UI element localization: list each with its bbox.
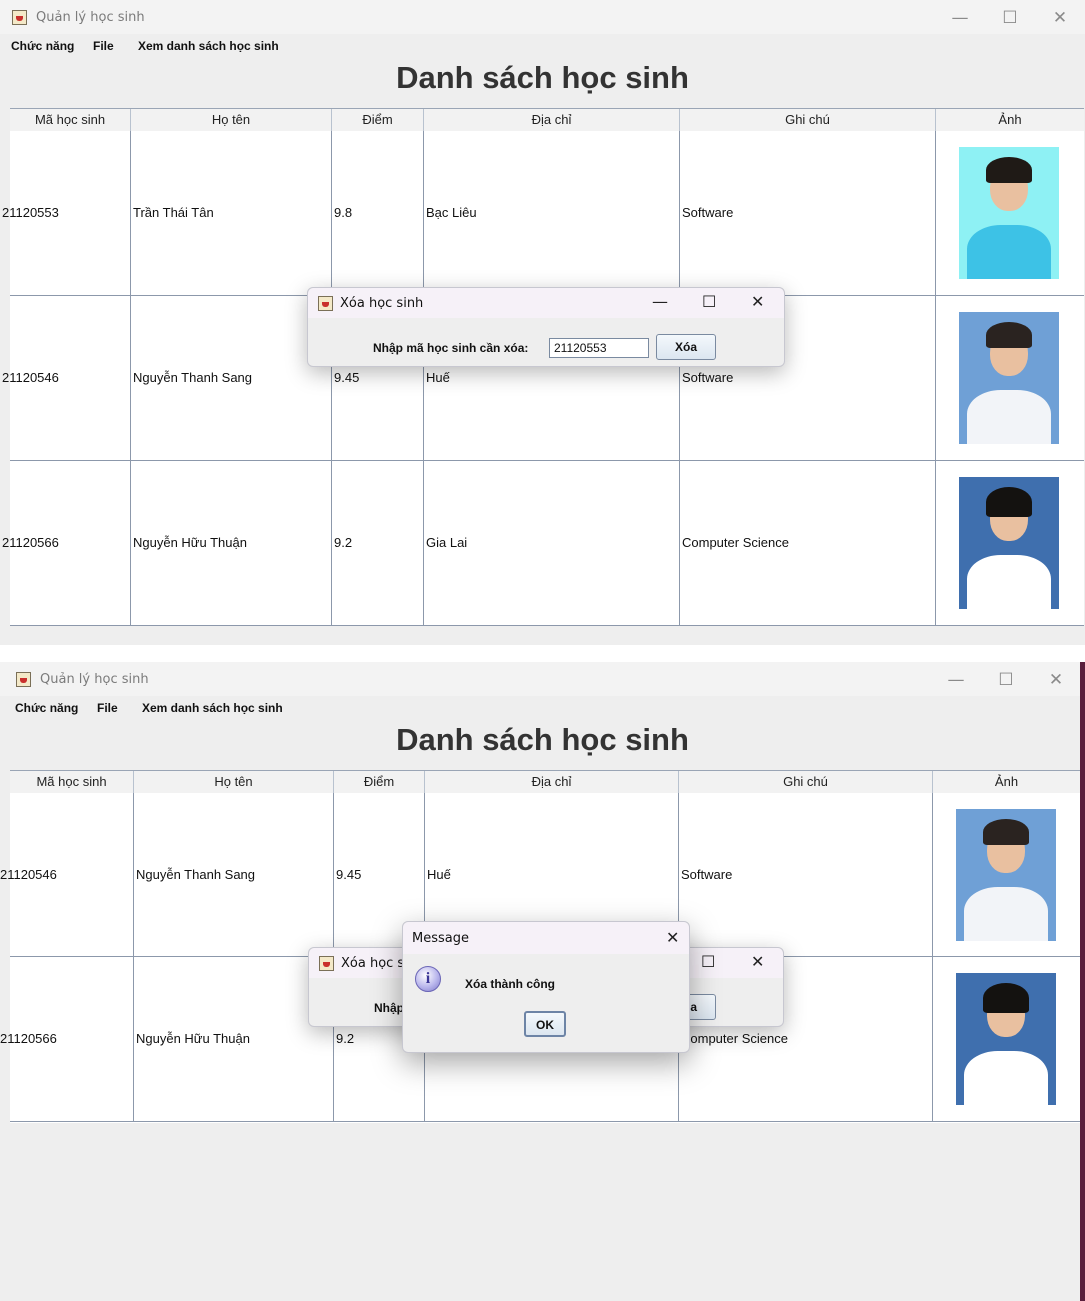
cell-score: 9.2 xyxy=(332,461,424,625)
java-app-icon xyxy=(12,10,27,25)
java-app-icon xyxy=(16,672,31,687)
cell-name: Nguyễn Thanh Sang xyxy=(131,296,332,460)
student-photo xyxy=(956,973,1056,1105)
cell-name: Nguyễn Hữu Thuận xyxy=(131,461,332,625)
java-app-icon xyxy=(319,956,334,971)
cell-name: Nguyễn Thanh Sang xyxy=(134,793,334,957)
dialog-maximize-button[interactable]: ☐ xyxy=(702,292,716,311)
menu-xem-danh-sach[interactable]: Xem danh sách học sinh xyxy=(142,701,283,715)
student-photo xyxy=(959,477,1059,609)
column-header-score[interactable]: Điểm xyxy=(332,109,424,131)
menu-bar: Chức năng File Xem danh sách học sinh xyxy=(0,697,1085,720)
java-app-icon xyxy=(318,296,333,311)
menu-chuc-nang[interactable]: Chức năng xyxy=(11,39,74,53)
message-title-bar: Message ✕ xyxy=(403,922,689,954)
cell-id: 21120546 xyxy=(2,296,131,460)
table-body: 21120553 Trần Thái Tân 9.8 Bạc Liêu Soft… xyxy=(2,131,1084,626)
column-header-name[interactable]: Họ tên xyxy=(131,109,332,131)
cell-note: Software xyxy=(680,131,936,295)
title-bar: Quản lý học sinh — ☐ ✕ xyxy=(0,0,1085,34)
column-header-photo[interactable]: Ảnh xyxy=(936,109,1084,131)
dialog-minimize-button[interactable]: — xyxy=(652,292,668,311)
dialog-close-button[interactable]: ✕ xyxy=(751,952,764,971)
main-window: Quản lý học sinh — ☐ ✕ Chức năng File Xe… xyxy=(0,662,1085,1301)
dialog-maximize-button[interactable]: ☐ xyxy=(701,952,715,971)
menu-file[interactable]: File xyxy=(97,701,118,715)
column-header-address[interactable]: Địa chỉ xyxy=(424,109,680,131)
student-photo xyxy=(959,312,1059,444)
cell-name: Nguyễn Hữu Thuận xyxy=(134,957,334,1121)
table-header: Mã học sinh Họ tên Điểm Địa chỉ Ghi chú … xyxy=(10,108,1084,132)
cell-address: Gia Lai xyxy=(424,461,680,625)
cell-id: 21120566 xyxy=(0,957,134,1121)
column-header-photo[interactable]: Ảnh xyxy=(933,771,1080,793)
column-header-note[interactable]: Ghi chú xyxy=(680,109,936,131)
window-title: Quản lý học sinh xyxy=(36,10,145,25)
dialog-close-button[interactable]: ✕ xyxy=(751,292,764,311)
cell-id: 21120553 xyxy=(2,131,131,295)
message-title: Message xyxy=(412,931,469,946)
column-header-id[interactable]: Mã học sinh xyxy=(10,109,131,131)
cell-note: Software xyxy=(679,793,933,957)
column-header-id[interactable]: Mã học sinh xyxy=(10,771,134,793)
delete-student-dialog: Xóa học sinh — ☐ ✕ Nhập mã học sinh cần … xyxy=(307,287,785,367)
cell-note: Computer Science xyxy=(680,461,936,625)
cell-address: Bạc Liêu xyxy=(424,131,680,295)
dialog-title-bar: Xóa học sinh — ☐ ✕ xyxy=(308,288,784,318)
column-header-name[interactable]: Họ tên xyxy=(134,771,334,793)
menu-bar: Chức năng File Xem danh sách học sinh xyxy=(0,35,1085,58)
column-header-note[interactable]: Ghi chú xyxy=(679,771,933,793)
maximize-button[interactable]: ☐ xyxy=(990,6,1030,30)
table-row[interactable]: 21120566 Nguyễn Hữu Thuận 9.2 Gia Lai Co… xyxy=(2,461,1084,626)
cell-id: 21120546 xyxy=(0,793,134,957)
message-dialog: Message ✕ i Xóa thành công OK xyxy=(402,921,690,1053)
main-window: Quản lý học sinh — ☐ ✕ Chức năng File Xe… xyxy=(0,0,1085,645)
student-photo xyxy=(956,809,1056,941)
student-photo xyxy=(959,147,1059,279)
cell-name: Trần Thái Tân xyxy=(131,131,332,295)
page-title: Danh sách học sinh xyxy=(396,60,689,95)
delete-button[interactable]: Xóa xyxy=(656,334,716,360)
page-title: Danh sách học sinh xyxy=(396,722,689,757)
table-row[interactable]: 21120553 Trần Thái Tân 9.8 Bạc Liêu Soft… xyxy=(2,131,1084,296)
window-title: Quản lý học sinh xyxy=(40,672,149,687)
message-close-button[interactable]: ✕ xyxy=(666,928,679,947)
message-text: Xóa thành công xyxy=(465,977,555,991)
title-bar: Quản lý học sinh — ☐ ✕ xyxy=(0,662,1085,696)
menu-xem-danh-sach[interactable]: Xem danh sách học sinh xyxy=(138,39,279,53)
maximize-button[interactable]: ☐ xyxy=(986,668,1026,692)
desktop-background-strip xyxy=(1080,662,1085,1301)
column-header-score[interactable]: Điểm xyxy=(334,771,425,793)
menu-chuc-nang[interactable]: Chức năng xyxy=(15,701,78,715)
info-icon: i xyxy=(415,966,441,992)
column-header-address[interactable]: Địa chỉ xyxy=(425,771,679,793)
table-header: Mã học sinh Họ tên Điểm Địa chỉ Ghi chú … xyxy=(10,770,1080,794)
menu-file[interactable]: File xyxy=(93,39,114,53)
minimize-button[interactable]: — xyxy=(940,6,980,30)
cell-score: 9.8 xyxy=(332,131,424,295)
student-id-input[interactable]: 21120553 xyxy=(549,338,649,358)
close-button[interactable]: ✕ xyxy=(1040,6,1080,30)
dialog-title: Xóa học sinh xyxy=(340,296,424,311)
minimize-button[interactable]: — xyxy=(936,668,976,692)
close-button[interactable]: ✕ xyxy=(1036,668,1076,692)
student-id-label: Nhập mã học sinh cần xóa: xyxy=(373,341,529,355)
ok-button[interactable]: OK xyxy=(524,1011,566,1037)
cell-id: 21120566 xyxy=(2,461,131,625)
